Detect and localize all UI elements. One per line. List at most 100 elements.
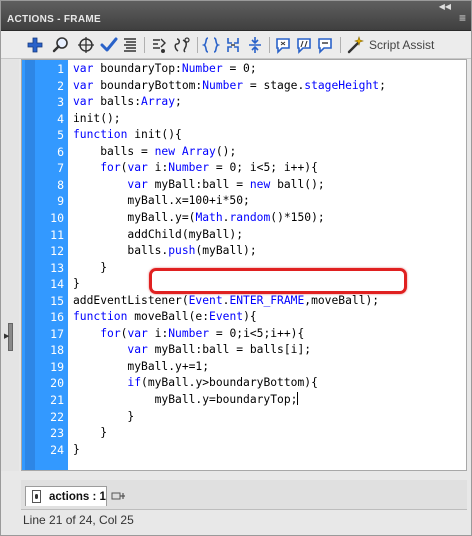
expand-all-icon [249,37,261,53]
insert-target-path-button[interactable] [76,35,96,55]
code-line[interactable]: } [73,425,107,442]
tab-actions-1[interactable]: actions : 1 [25,486,107,506]
debug-icon [174,37,190,53]
line-number: 15 [50,293,64,308]
code-line[interactable]: } [73,276,80,293]
magnifier-icon [52,37,68,53]
hamburger-menu-icon[interactable]: ≡ [459,12,466,24]
line-comment-icon [297,38,311,54]
wand-icon [347,36,364,54]
line-number: 5 [57,128,64,143]
line-number-gutter: 1 2 3 4 5 6 7 8 9 10 11 12 13 14 15 16 17 18 19 20 21 22 23 24 [22,60,68,470]
code-line[interactable]: function moveBall(e:Event){ [73,309,257,326]
panel-title: ACTIONS - FRAME [7,14,101,25]
actionscript-file-icon [32,490,41,503]
apply-line-comment-button[interactable] [294,35,314,55]
remove-comment-icon [318,38,332,54]
script-tab-bar: actions : 1 [21,480,467,510]
line-number: 11 [50,227,64,242]
expand-arrow-icon[interactable]: ▶ [4,332,9,340]
line-number: 19 [50,359,64,374]
checkmark-icon [100,37,118,52]
line-number: 22 [50,409,64,424]
line-number: 20 [50,376,64,391]
code-line[interactable]: addChild(myBall); [73,227,243,244]
code-line[interactable]: } [73,409,134,426]
line-number: 4 [57,111,64,126]
auto-format-button[interactable] [120,35,140,55]
line-number: 10 [50,210,64,225]
actions-panel: ACTIONS - FRAME ◀◀ ≡ Script Assist ▶ 1 2… [0,0,472,536]
tab-label: actions : 1 [49,490,106,503]
line-number: 3 [57,95,64,110]
line-number: 13 [50,260,64,275]
code-line[interactable]: var myBall:ball = new ball(); [73,177,324,194]
code-line[interactable]: myBall.y=boundaryTop; [73,392,299,409]
code-hint-button[interactable] [149,35,169,55]
expand-all-button[interactable] [245,35,265,55]
code-area[interactable]: var boundaryTop:Number = 0; var boundaryB… [73,60,463,470]
code-line[interactable]: } [73,442,80,459]
block-comment-icon [276,38,290,54]
left-pane-splitter[interactable]: ▶ [1,59,19,471]
collapse-between-braces-button[interactable] [201,35,221,55]
toolbar-divider [269,37,270,53]
collapse-selection-icon [227,38,239,52]
line-number: 7 [57,161,64,176]
line-number: 6 [57,144,64,159]
line-number: 21 [50,393,64,407]
code-line[interactable]: myBall.y=(Math.random()*150); [73,210,324,227]
line-number: 14 [50,277,64,292]
toolbar-divider [197,37,198,53]
code-hint-icon [153,38,166,53]
highlight-annotation [149,268,407,294]
script-assist-button[interactable]: Script Assist [346,36,434,54]
code-line[interactable]: for(var i:Number = 0;i<5;i++){ [73,326,304,343]
code-line[interactable]: var boundaryTop:Number = 0; [73,61,257,78]
code-line[interactable]: balls = new Array(); [73,144,236,161]
status-line: Line 21 of 24, Col 25 [23,513,134,527]
line-number: 23 [50,426,64,441]
line-number: 18 [50,343,64,358]
code-line[interactable]: myBall.y+=1; [73,359,209,376]
line-number: 8 [57,177,64,192]
line-number: 12 [50,244,64,259]
check-syntax-button[interactable] [99,35,119,55]
debug-options-button[interactable] [172,35,192,55]
auto-format-icon [124,38,136,52]
toolbar-divider [144,37,145,53]
remove-comment-button[interactable] [315,35,335,55]
text-caret [297,392,299,405]
collapse-braces-icon [202,37,220,53]
script-assist-label: Script Assist [369,38,435,52]
line-number: 24 [50,442,64,457]
code-line[interactable]: for(var i:Number = 0; i<5; i++){ [73,160,318,177]
collapse-selection-button[interactable] [223,35,243,55]
apply-block-comment-button[interactable] [273,35,293,55]
pin-script-icon[interactable] [111,489,127,503]
line-number: 9 [57,194,64,209]
code-line[interactable]: if(myBall.y>boundaryBottom){ [73,375,317,392]
code-line[interactable]: myBall.x=100+i*50; [73,193,249,210]
line-number: 17 [50,326,64,341]
line-number: 2 [57,78,64,93]
code-line[interactable]: var balls:Array; [73,94,182,111]
code-line[interactable]: balls.push(myBall); [73,243,256,260]
double-chevron-icon[interactable]: ◀◀ [439,2,451,11]
line-number: 16 [50,310,64,325]
toolbar-divider [340,37,341,53]
line-number: 1 [57,62,64,76]
find-button[interactable] [51,35,71,55]
actions-toolbar: Script Assist [1,31,471,59]
code-line[interactable]: var boundaryBottom:Number = stage.stageH… [73,78,386,95]
script-editor[interactable]: 1 2 3 4 5 6 7 8 9 10 11 12 13 14 15 16 17 18 19 20 21 22 23 24 … [21,59,467,471]
code-line[interactable]: function init(){ [73,127,182,144]
plus-icon [27,37,43,53]
code-line[interactable]: init(); [73,111,121,128]
code-line[interactable]: } [73,260,107,277]
panel-title-bar[interactable]: ACTIONS - FRAME ◀◀ ≡ [1,1,471,31]
code-line[interactable]: addEventListener(Event.ENTER_FRAME,moveB… [73,293,379,310]
code-line[interactable]: var myBall:ball = balls[i]; [73,342,311,359]
crosshair-icon [78,37,94,53]
add-script-item-button[interactable] [25,35,45,55]
